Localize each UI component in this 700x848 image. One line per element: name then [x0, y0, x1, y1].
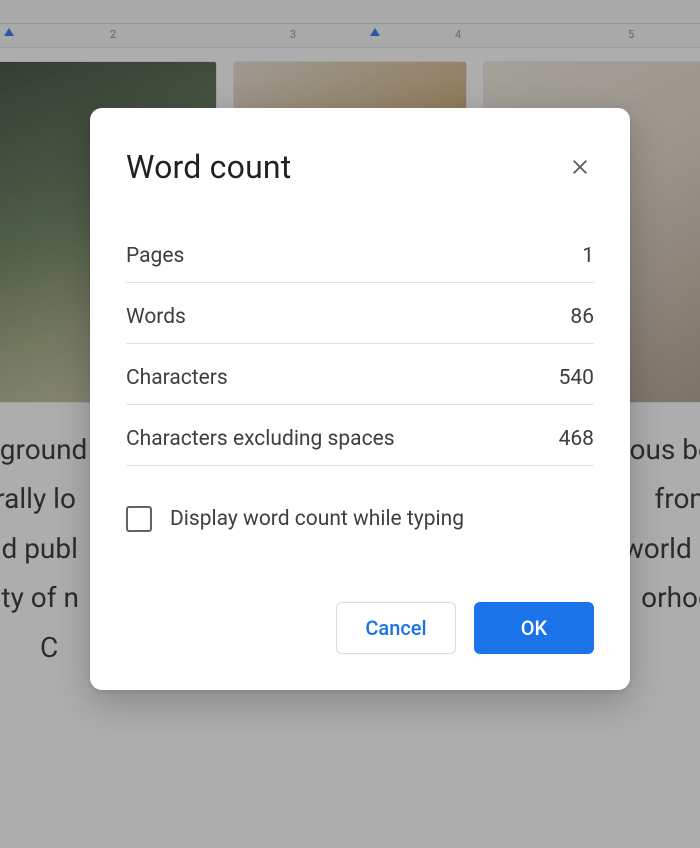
stat-label: Characters excluding spaces [126, 427, 395, 451]
dialog-title: Word count [126, 148, 291, 186]
stat-row-pages: Pages 1 [126, 222, 594, 283]
stat-row-characters: Characters 540 [126, 344, 594, 405]
stat-value: 540 [559, 366, 594, 390]
stat-value: 86 [570, 305, 594, 329]
ok-button[interactable]: OK [474, 602, 594, 654]
dialog-button-row: Cancel OK [126, 542, 594, 654]
close-button[interactable] [566, 153, 594, 181]
word-count-dialog: Word count Pages 1 Words 86 Characters 5… [90, 108, 630, 690]
checkbox-label: Display word count while typing [170, 507, 464, 531]
stat-label: Pages [126, 244, 184, 268]
close-icon [570, 157, 590, 177]
stat-label: Characters [126, 366, 228, 390]
stat-label: Words [126, 305, 186, 329]
display-while-typing-option[interactable]: Display word count while typing [126, 466, 594, 542]
stat-value: 1 [582, 244, 594, 268]
display-while-typing-checkbox[interactable] [126, 506, 152, 532]
stat-value: 468 [559, 427, 594, 451]
stat-row-words: Words 86 [126, 283, 594, 344]
cancel-button[interactable]: Cancel [336, 602, 456, 654]
stat-row-characters-no-spaces: Characters excluding spaces 468 [126, 405, 594, 466]
